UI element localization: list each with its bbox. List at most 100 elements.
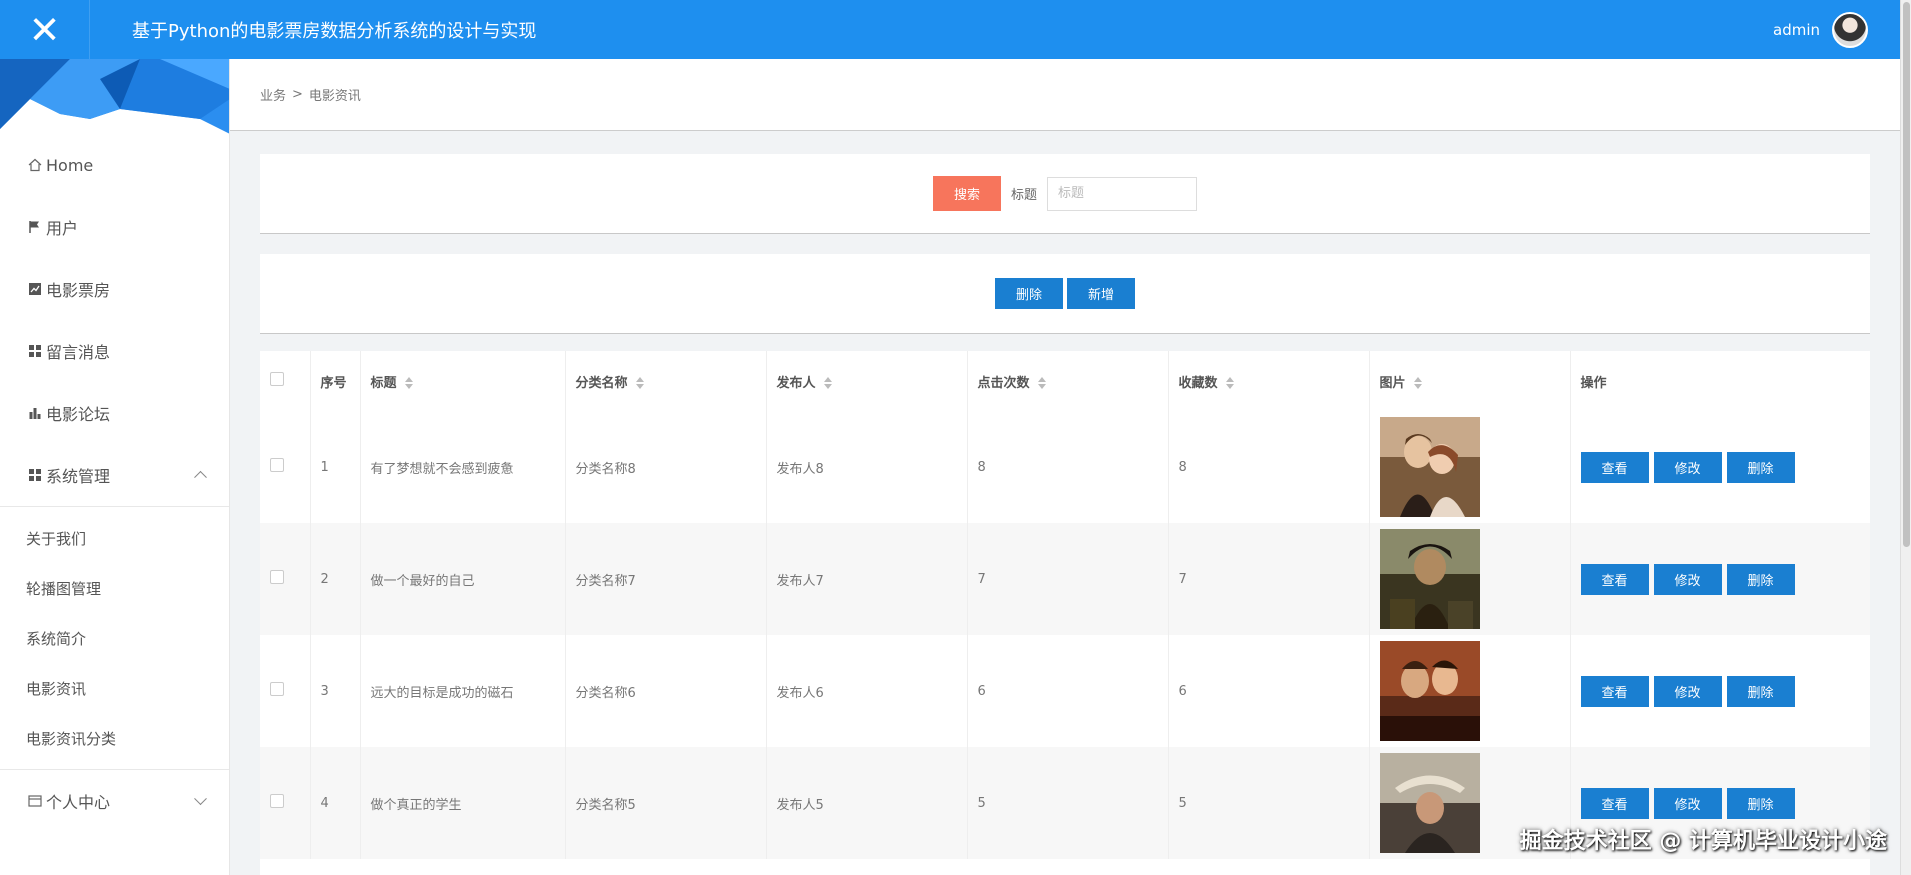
breadcrumb: 业务 > 电影资讯 — [230, 59, 1900, 131]
scrollbar-thumb[interactable] — [1903, 2, 1910, 547]
search-label: 标题 — [1010, 188, 1037, 203]
cell-clicks: 5 — [967, 747, 1169, 859]
sidebar-item-label: 电影论坛 — [46, 405, 111, 424]
chart-icon — [28, 282, 42, 296]
sidebar-subitem-news-category[interactable]: 电影资讯分类 — [0, 713, 229, 763]
sort-icon[interactable] — [635, 377, 644, 389]
add-button[interactable]: 新增 — [1067, 278, 1135, 309]
cell-category: 分类名称5 — [565, 747, 767, 859]
page-scrollbar[interactable] — [1900, 0, 1911, 875]
user-menu[interactable]: admin — [1773, 0, 1868, 59]
home-icon — [28, 158, 42, 172]
row-checkbox[interactable] — [270, 794, 284, 808]
table-header-row: 序号 标题 分类名称 发布人 点击次数 收藏数 图片 操作 — [260, 351, 1870, 411]
delete-button[interactable]: 删除 — [1726, 451, 1795, 483]
row-checkbox[interactable] — [270, 570, 284, 584]
sidebar-banner — [0, 59, 229, 134]
cell-ops: 查看 修改 删除 — [1570, 523, 1870, 635]
cell-clicks: 8 — [967, 411, 1169, 523]
sort-icon[interactable] — [823, 377, 832, 389]
bar-chart-icon — [28, 406, 42, 420]
column-header-title[interactable]: 标题 — [360, 351, 566, 411]
cell-favorites: 5 — [1168, 747, 1370, 859]
cell-ops: 查看 修改 删除 — [1570, 635, 1870, 747]
row-checkbox[interactable] — [270, 458, 284, 472]
sidebar-item-system[interactable]: 系统管理 — [0, 444, 229, 506]
cell-index: 1 — [310, 411, 361, 523]
sort-icon[interactable] — [1225, 377, 1234, 389]
column-header-clicks[interactable]: 点击次数 — [967, 351, 1169, 411]
grid-icon — [28, 468, 42, 482]
movie-poster-image — [1379, 417, 1480, 517]
cell-publisher: 发布人8 — [766, 411, 968, 523]
search-button[interactable]: 搜索 — [932, 176, 1001, 211]
view-button[interactable]: 查看 — [1580, 675, 1649, 707]
data-table: 序号 标题 分类名称 发布人 点击次数 收藏数 图片 操作 1 有了梦想就不会感… — [260, 351, 1870, 875]
sidebar-item-personal-center[interactable]: 个人中心 — [0, 770, 229, 832]
sidebar-item-home[interactable]: Home — [0, 134, 229, 196]
edit-button[interactable]: 修改 — [1653, 563, 1722, 595]
delete-button[interactable]: 删除 — [1726, 563, 1795, 595]
sidebar-subitem-news[interactable]: 电影资讯 — [0, 663, 229, 713]
table-row: 1 有了梦想就不会感到疲惫 分类名称8 发布人8 8 8 查看 修改 删除 — [260, 411, 1870, 523]
column-header-index: 序号 — [310, 351, 361, 411]
cell-title: 有了梦想就不会感到疲惫 — [360, 411, 566, 523]
cell-publisher: 发布人6 — [766, 635, 968, 747]
select-all-checkbox[interactable] — [270, 372, 284, 386]
avatar[interactable] — [1832, 11, 1868, 48]
top-header: ✕ 基于Python的电影票房数据分析系统的设计与实现 admin — [0, 0, 1900, 59]
edit-button[interactable]: 修改 — [1653, 675, 1722, 707]
chevron-up-icon[interactable] — [194, 470, 207, 484]
cell-favorites: 7 — [1168, 523, 1370, 635]
app-title: 基于Python的电影票房数据分析系统的设计与实现 — [132, 20, 537, 42]
delete-button[interactable]: 删除 — [1726, 675, 1795, 707]
column-header-category[interactable]: 分类名称 — [565, 351, 767, 411]
grid-icon — [28, 344, 42, 358]
sidebar-item-box-office[interactable]: 电影票房 — [0, 258, 229, 320]
cell-category: 分类名称6 — [565, 635, 767, 747]
sidebar: Home 用户 电影票房 留言消息 电影论坛 系统管理 关于我们 轮播图管理 系… — [0, 59, 230, 875]
view-button[interactable]: 查看 — [1580, 787, 1649, 819]
search-input[interactable] — [1047, 176, 1197, 211]
cell-title: 做一个最好的自己 — [360, 523, 566, 635]
sort-icon[interactable] — [404, 377, 413, 389]
chevron-down-icon[interactable] — [194, 792, 207, 806]
sort-icon[interactable] — [1037, 377, 1046, 389]
column-header-image[interactable]: 图片 — [1369, 351, 1571, 411]
row-checkbox[interactable] — [270, 682, 284, 696]
breadcrumb-current: 电影资讯 — [308, 89, 361, 104]
sidebar-item-users[interactable]: 用户 — [0, 196, 229, 258]
sidebar-subitem-about[interactable]: 关于我们 — [0, 513, 229, 563]
column-header-favorites[interactable]: 收藏数 — [1168, 351, 1370, 411]
sidebar-item-label: 系统管理 — [46, 467, 111, 486]
cell-publisher: 发布人7 — [766, 523, 968, 635]
movie-poster-image — [1379, 529, 1480, 629]
sidebar-item-messages[interactable]: 留言消息 — [0, 320, 229, 382]
cell-index: 3 — [310, 635, 361, 747]
sidebar-subitem-intro[interactable]: 系统简介 — [0, 613, 229, 663]
sidebar-item-label: Home — [46, 155, 94, 175]
sidebar-subitem-carousel[interactable]: 轮播图管理 — [0, 563, 229, 613]
batch-delete-button[interactable]: 删除 — [995, 278, 1063, 309]
cell-favorites: 6 — [1168, 635, 1370, 747]
system-submenu: 关于我们 轮播图管理 系统简介 电影资讯 电影资讯分类 — [0, 506, 229, 770]
table-row: 2 做一个最好的自己 分类名称7 发布人7 7 7 查看 修改 删除 — [260, 523, 1870, 635]
edit-button[interactable]: 修改 — [1653, 787, 1722, 819]
edit-button[interactable]: 修改 — [1653, 451, 1722, 483]
column-header-publisher[interactable]: 发布人 — [766, 351, 968, 411]
breadcrumb-parent[interactable]: 业务 — [260, 85, 286, 104]
cell-index: 2 — [310, 523, 361, 635]
view-button[interactable]: 查看 — [1580, 563, 1649, 595]
search-panel: 搜索 标题 — [260, 154, 1870, 234]
select-all-cell — [260, 351, 311, 411]
sidebar-item-forum[interactable]: 电影论坛 — [0, 382, 229, 444]
flag-icon — [28, 220, 42, 234]
breadcrumb-separator: > — [292, 87, 303, 102]
delete-button[interactable]: 删除 — [1726, 787, 1795, 819]
view-button[interactable]: 查看 — [1580, 451, 1649, 483]
cell-category: 分类名称7 — [565, 523, 767, 635]
close-icon[interactable]: ✕ — [0, 0, 90, 59]
cell-image — [1369, 411, 1571, 523]
sort-icon[interactable] — [1413, 377, 1422, 389]
username[interactable]: admin — [1773, 21, 1820, 39]
